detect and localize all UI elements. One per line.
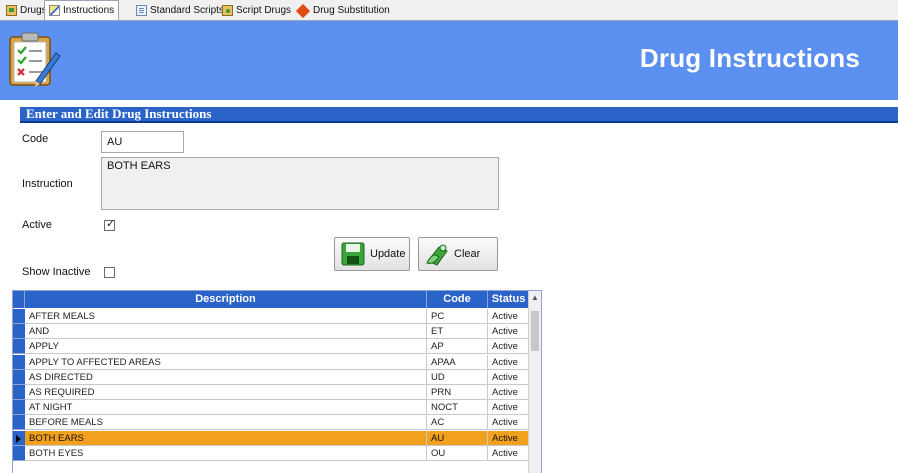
clear-button-label: Clear [454,248,481,260]
status-cell[interactable]: Active [488,415,530,431]
description-cell[interactable]: BOTH EYES [25,445,427,461]
code-cell[interactable]: UD [427,369,488,385]
row-header[interactable] [13,445,25,461]
row-header[interactable] [13,415,25,431]
table-row[interactable]: AND ET Active [13,324,530,340]
description-cell[interactable]: APPLY [25,339,427,355]
section-title: Enter and Edit Drug Instructions [26,106,212,121]
clipboard-checklist-icon [9,32,61,87]
table-row[interactable]: AFTER MEALS PC Active [13,309,530,324]
section-header: Enter and Edit Drug Instructions [20,107,898,123]
script-drugs-icon [222,5,233,16]
tab-drug-substitution[interactable]: Drug Substitution [292,2,394,19]
status-cell[interactable]: Active [488,430,530,446]
status-cell[interactable]: Active [488,445,530,461]
tab-script-drugs[interactable]: Script Drugs [218,2,295,19]
scroll-thumb[interactable] [531,311,539,351]
table-row[interactable]: AT NIGHT NOCT Active [13,400,530,416]
tab-label: Instructions [63,5,115,16]
tab-label: Standard Scripts [150,5,224,16]
code-cell[interactable]: APAA [427,354,488,370]
status-cell[interactable]: Active [488,354,530,370]
code-cell[interactable]: AU [427,430,488,446]
row-header[interactable] [13,430,25,446]
table-row[interactable]: BOTH EARS AU Active [13,430,530,446]
grid-scrollbar[interactable]: ▲ [528,291,541,473]
instructions-grid: Description Code Status AFTER MEALS PC Act… [12,290,542,473]
current-row-arrow-icon [16,434,21,443]
row-header[interactable] [13,400,25,416]
description-cell[interactable]: APPLY TO AFFECTED AREAS [25,354,427,370]
page-title: Drug Instructions [639,43,860,73]
update-button[interactable]: Update [334,237,410,271]
clear-button[interactable]: Clear [418,237,498,271]
active-label: Active [22,219,52,231]
row-header[interactable] [13,324,25,340]
description-cell[interactable]: AS DIRECTED [25,369,427,385]
table-row[interactable]: AS DIRECTED UD Active [13,369,530,385]
column-header-status[interactable]: Status [488,291,530,308]
description-cell[interactable]: AND [25,324,427,340]
page-header: Drug Instructions [0,21,898,100]
active-checkbox[interactable]: ✓ [104,218,116,231]
row-header[interactable] [13,354,25,370]
code-label: Code [22,133,49,145]
table-row[interactable]: AS REQUIRED PRN Active [13,385,530,400]
checkmark-icon: ✓ [106,218,116,230]
standard-scripts-icon [136,5,147,16]
code-input[interactable] [101,131,184,153]
tab-label: Script Drugs [236,5,292,16]
update-button-label: Update [370,248,406,260]
status-cell[interactable]: Active [488,339,530,355]
table-row[interactable]: APPLY AP Active [13,339,530,355]
table-row[interactable]: APPLY TO AFFECTED AREAS APAA Active [13,354,530,370]
grid-corner [13,291,25,308]
description-cell[interactable]: AT NIGHT [25,400,427,416]
table-row[interactable]: BEFORE MEALS AC Active [13,415,530,431]
scroll-up-icon[interactable]: ▲ [529,291,541,304]
tab-label: Drugs [20,5,47,16]
code-cell[interactable]: OU [427,445,488,461]
column-header-code[interactable]: Code [427,291,488,308]
status-cell[interactable]: Active [488,369,530,385]
row-header[interactable] [13,309,25,324]
tab-strip: Drugs Instructions Standard Scripts Scri… [0,0,898,21]
description-cell[interactable]: BEFORE MEALS [25,415,427,431]
status-cell[interactable]: Active [488,309,530,324]
tab-instructions[interactable]: Instructions [44,0,120,20]
clear-eraser-icon [426,244,448,266]
tab-label: Drug Substitution [313,5,390,16]
row-header[interactable] [13,369,25,385]
row-header[interactable] [13,339,25,355]
row-header[interactable] [13,385,25,400]
code-cell[interactable]: ET [427,324,488,340]
save-disk-icon [341,242,365,266]
status-cell[interactable]: Active [488,400,530,416]
tab-standard-scripts[interactable]: Standard Scripts [132,2,228,19]
description-cell[interactable]: BOTH EARS [25,430,427,446]
drugs-icon [6,5,17,16]
code-cell[interactable]: PRN [427,385,488,400]
code-cell[interactable]: AP [427,339,488,355]
instruction-label: Instruction [22,178,73,190]
grid-header: Description Code Status [13,291,530,308]
code-cell[interactable]: AC [427,415,488,431]
code-cell[interactable]: PC [427,309,488,324]
description-cell[interactable]: AS REQUIRED [25,385,427,400]
status-cell[interactable]: Active [488,385,530,400]
description-cell[interactable]: AFTER MEALS [25,309,427,324]
status-cell[interactable]: Active [488,324,530,340]
show-inactive-label: Show Inactive [22,266,91,278]
instructions-icon [49,5,60,16]
table-row[interactable]: BOTH EYES OU Active [13,445,530,461]
instruction-textarea[interactable]: BOTH EARS [101,157,499,210]
column-header-description[interactable]: Description [25,291,427,308]
drug-substitution-icon [295,3,311,18]
show-inactive-checkbox[interactable] [104,267,115,278]
code-cell[interactable]: NOCT [427,400,488,416]
